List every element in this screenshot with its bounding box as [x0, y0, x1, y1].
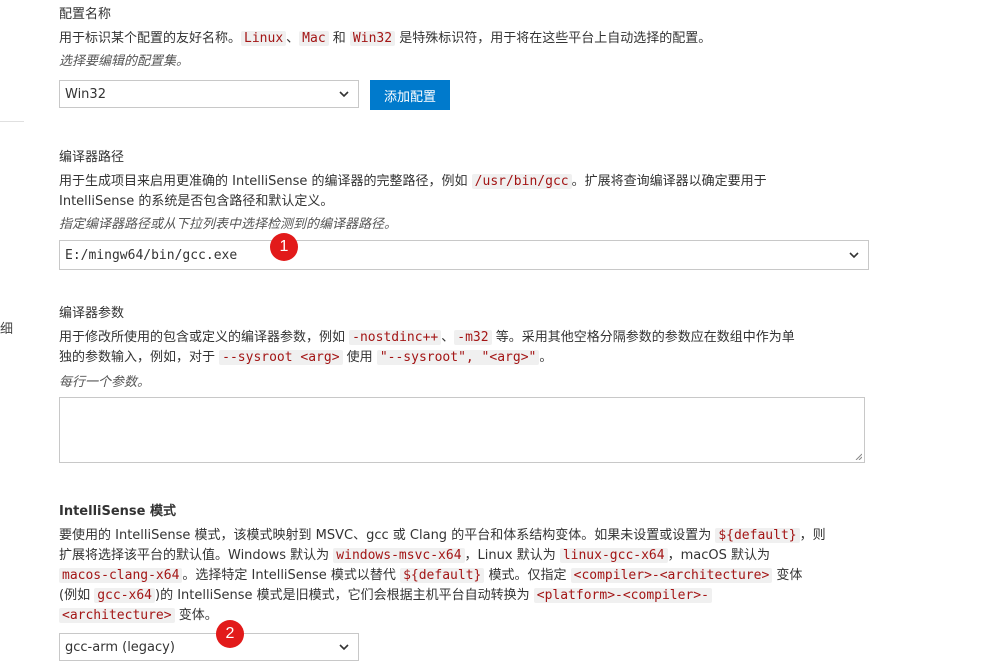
code-default-1: ${default}	[715, 528, 800, 543]
code-m32: -m32	[454, 330, 492, 345]
code-macos-clang-x64: macos-clang-x64	[59, 568, 183, 583]
config-set-select-value: Win32	[65, 86, 106, 102]
compiler-path-title: 编译器路径	[59, 150, 125, 165]
compiler-path-select-value: E:/mingw64/bin/gcc.exe	[65, 247, 238, 263]
code-linux: Linux	[241, 31, 287, 46]
left-panel-cut-text: 细	[0, 322, 14, 337]
compiler-args-textarea[interactable]	[59, 397, 865, 463]
code-linux-gcc-x64: linux-gcc-x64	[559, 548, 668, 563]
compiler-path-section: 编译器路径 用于生成项目来启用更准确的 IntelliSense 的编译器的完整…	[59, 149, 939, 234]
config-name-hint: 选择要编辑的配置集。	[59, 54, 190, 69]
code-sysroot-array: "--sysroot", "<arg>"	[376, 350, 540, 365]
compiler-args-title: 编译器参数	[59, 306, 125, 321]
intellisense-mode-select[interactable]: gcc-arm (legacy)	[59, 633, 359, 661]
resize-grip-icon[interactable]	[854, 452, 862, 460]
add-config-button[interactable]: 添加配置	[370, 80, 450, 110]
compiler-args-description: 用于修改所使用的包含或定义的编译器参数，例如 -nostdinc++、 -m32 …	[59, 330, 795, 365]
intellisense-mode-description: 要使用的 IntelliSense 模式，该模式映射到 MSVC、gcc 或 C…	[59, 528, 826, 623]
code-default-2: ${default}	[400, 568, 485, 583]
config-name-title: 配置名称	[59, 7, 112, 22]
chevron-down-icon	[338, 641, 350, 653]
chevron-down-icon	[848, 249, 860, 261]
compiler-args-hint: 每行一个参数。	[59, 375, 151, 390]
code-gcc-x64: gcc-x64	[94, 588, 156, 603]
config-name-section: 配置名称 用于标识某个配置的友好名称。 Linux、 Mac 和 Win32 是特殊…	[59, 6, 939, 71]
code-architecture: <architecture>	[59, 608, 175, 623]
code-mac: Mac	[299, 31, 329, 46]
chevron-down-icon	[338, 88, 350, 100]
config-name-description: 用于标识某个配置的友好名称。 Linux、 Mac 和 Win32 是特殊标识符，用…	[59, 31, 712, 46]
code-compiler-architecture: <compiler>-<architecture>	[570, 568, 773, 583]
code-usr-bin-gcc: /usr/bin/gcc	[471, 174, 572, 189]
left-panel-divider	[0, 121, 24, 122]
compiler-path-description: 用于生成项目来启用更准确的 IntelliSense 的编译器的完整路径，例如 …	[59, 174, 767, 209]
annotation-badge-2: 2	[216, 620, 244, 648]
intellisense-mode-title: IntelliSense 模式	[59, 504, 177, 519]
annotation-badge-1: 1	[270, 233, 298, 261]
intellisense-mode-select-value: gcc-arm (legacy)	[65, 639, 175, 655]
compiler-args-section: 编译器参数 用于修改所使用的包含或定义的编译器参数，例如 -nostdinc++…	[59, 305, 939, 392]
code-platform-compiler: <platform>-<compiler>-	[533, 588, 712, 603]
compiler-path-hint: 指定编译器路径或从下拉列表中选择检测到的编译器路径。	[59, 217, 398, 232]
code-nostdinc: -nostdinc++	[349, 330, 442, 345]
intellisense-mode-section: IntelliSense 模式 要使用的 IntelliSense 模式，该模式…	[59, 503, 869, 626]
code-win32: Win32	[349, 31, 396, 46]
compiler-path-select[interactable]: E:/mingw64/bin/gcc.exe	[59, 240, 869, 270]
code-windows-msvc-x64: windows-msvc-x64	[333, 548, 465, 563]
code-sysroot-arg: --sysroot <arg>	[219, 350, 343, 365]
config-set-select[interactable]: Win32	[59, 80, 359, 108]
